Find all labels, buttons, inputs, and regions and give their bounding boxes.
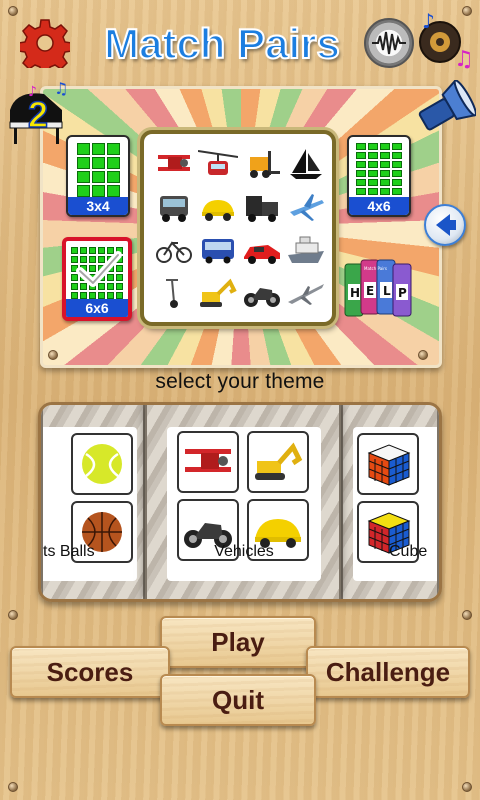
grid-size-4x6-button[interactable]: 4x6 xyxy=(347,135,411,217)
grid-4x6-icon xyxy=(356,143,402,195)
gear-icon xyxy=(17,19,73,75)
svg-text:♫: ♫ xyxy=(54,80,68,98)
excavator-icon xyxy=(255,442,303,480)
next-theme-arrow-button[interactable] xyxy=(424,204,466,246)
corner-screw xyxy=(462,782,472,792)
forklift-icon xyxy=(242,144,282,183)
arrow-left-icon xyxy=(436,214,456,236)
segway-icon xyxy=(154,273,194,312)
theme-panel-cubes[interactable]: Cube xyxy=(341,405,439,599)
theme-panel-vehicles[interactable]: Vehicles xyxy=(145,405,341,599)
app-title: Match Pairs xyxy=(103,19,341,68)
theme-carousel[interactable]: ts Balls Vehicles Cube xyxy=(38,402,442,602)
settings-gear-button[interactable] xyxy=(17,18,73,75)
excavator-icon xyxy=(198,273,238,312)
help-letter-e: E xyxy=(366,284,374,298)
svg-text:♪: ♪ xyxy=(422,10,435,33)
rubiks-cube-icon xyxy=(367,444,411,486)
grid-size-6x6-button[interactable]: 6x6 xyxy=(62,237,132,321)
sports-car-icon xyxy=(242,230,282,269)
semi-truck-icon xyxy=(242,187,282,226)
beetle-car-icon xyxy=(198,187,238,226)
bicycle-icon xyxy=(154,230,194,269)
grid-size-label: 6x6 xyxy=(66,299,128,317)
biplane-icon xyxy=(185,449,231,472)
corner-screw xyxy=(8,6,18,16)
tennis-ball-icon xyxy=(82,444,122,484)
checkmark-icon xyxy=(76,251,122,287)
cruise-ship-icon xyxy=(286,230,326,269)
help-letter-h: H xyxy=(350,286,360,300)
theme-label: Vehicles xyxy=(214,543,274,560)
sailboat-icon xyxy=(286,144,326,183)
theme-label: Cube xyxy=(389,543,428,560)
grid-size-3x4-button[interactable]: 3x4 xyxy=(66,135,130,217)
theme-card: Vehicles xyxy=(167,427,321,581)
biplane-icon xyxy=(154,144,194,183)
bus-icon xyxy=(198,230,238,269)
flashlight-icon xyxy=(418,78,477,131)
level-number: 2 xyxy=(27,93,49,136)
select-theme-caption: select your theme xyxy=(155,370,325,393)
truck-icon xyxy=(154,187,194,226)
theme-card: Cube xyxy=(353,427,437,581)
tennis-ball-tile xyxy=(71,433,133,495)
theme-card: ts Balls xyxy=(43,427,137,581)
music-toggle-button[interactable]: ♪ ♫ xyxy=(416,9,474,72)
excavator-tile xyxy=(247,431,309,493)
corner-screw xyxy=(8,782,18,792)
flashlight-button[interactable] xyxy=(412,78,477,138)
grid-size-label: 4x6 xyxy=(349,197,409,215)
motorcycle-icon xyxy=(242,273,282,312)
theme-label: ts Balls xyxy=(43,543,95,560)
speaker-waveform-icon xyxy=(372,31,406,55)
board-screw xyxy=(48,350,58,360)
challenge-button[interactable]: Challenge xyxy=(306,646,470,698)
grid-size-label: 3x4 xyxy=(68,197,128,215)
play-button[interactable]: Play xyxy=(160,616,316,668)
help-button[interactable]: Match Pairs H E L P xyxy=(343,258,415,320)
help-cards-icon: Match Pairs H E L P xyxy=(344,259,412,317)
airliner-icon xyxy=(286,187,326,226)
biplane-tile xyxy=(177,431,239,493)
corner-screw xyxy=(462,6,472,16)
board-screw xyxy=(418,350,428,360)
quit-button[interactable]: Quit xyxy=(160,674,316,726)
cable-car-icon xyxy=(198,144,238,183)
theme-preview xyxy=(140,130,336,326)
fighter-jet-icon xyxy=(286,273,326,312)
theme-panel-sports-balls[interactable]: ts Balls xyxy=(41,405,145,599)
music-notes-icon: ♪ ♫ xyxy=(419,9,474,72)
corner-screw xyxy=(462,610,472,620)
rubiks-cube-tile xyxy=(357,433,419,495)
scores-button[interactable]: Scores xyxy=(10,646,170,698)
help-letter-p: P xyxy=(398,286,407,300)
svg-text:♫: ♫ xyxy=(454,47,474,70)
sound-toggle-button[interactable] xyxy=(364,18,414,68)
help-card-caption: Match Pairs xyxy=(364,266,387,271)
corner-screw xyxy=(8,610,18,620)
help-letter-l: L xyxy=(383,284,391,298)
grid-3x4-icon xyxy=(76,143,120,197)
